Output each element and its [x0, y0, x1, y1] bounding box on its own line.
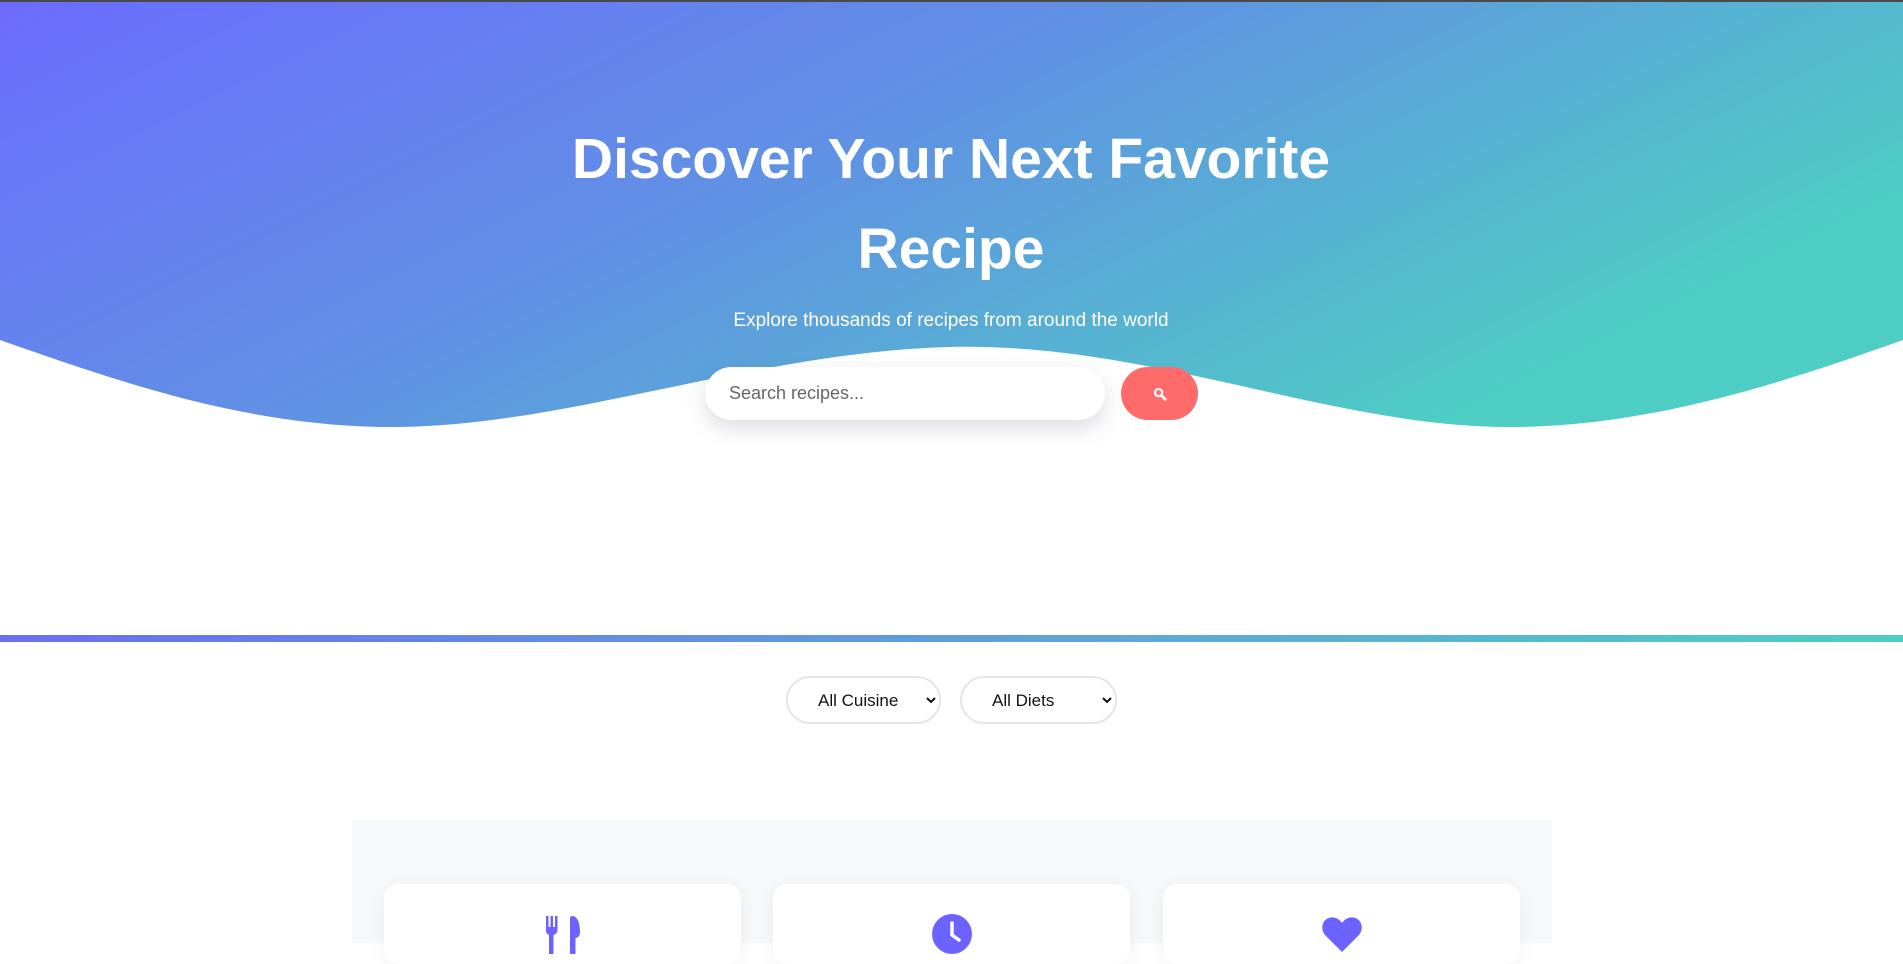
feature-card-heart	[1163, 884, 1520, 964]
hero-section: Discover Your Next Favorite Recipe Explo…	[0, 2, 1903, 427]
search-box	[705, 367, 1105, 420]
cuisine-filter-select[interactable]: All Cuisines	[786, 676, 941, 724]
feature-card-clock	[773, 884, 1130, 964]
gradient-divider	[0, 635, 1903, 642]
heart-icon	[1321, 914, 1363, 954]
search-button[interactable]	[1121, 367, 1198, 420]
diet-filter-select[interactable]: All Diets	[960, 676, 1117, 724]
features-section	[352, 820, 1552, 964]
hero-subtitle: Explore thousands of recipes from around…	[733, 310, 1169, 331]
search-input[interactable]	[705, 367, 1105, 420]
clock-icon	[931, 914, 973, 954]
search-icon	[1153, 387, 1167, 401]
feature-card-utensils	[384, 884, 741, 964]
utensils-icon	[542, 914, 584, 954]
hero-title: Discover Your Next Favorite Recipe	[571, 127, 1331, 281]
